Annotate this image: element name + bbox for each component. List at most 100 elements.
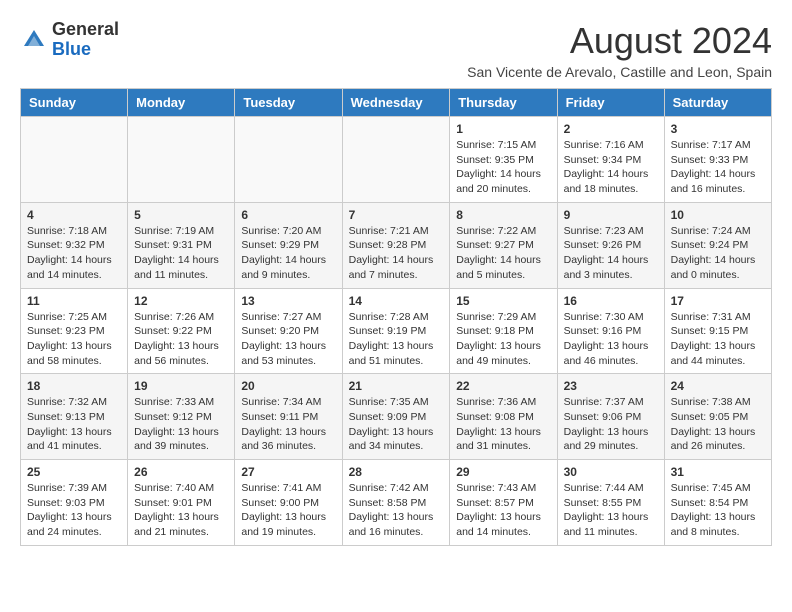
- day-number: 28: [349, 465, 444, 479]
- day-number: 29: [456, 465, 550, 479]
- day-cell: 5 Sunrise: 7:19 AMSunset: 9:31 PMDaylight…: [128, 202, 235, 288]
- day-cell: 17Sunrise: 7:31 AMSunset: 9:15 PMDayligh…: [664, 288, 771, 374]
- day-info: Sunrise: 7:17 AMSunset: 9:33 PMDaylight:…: [671, 138, 765, 197]
- day-number: 16: [564, 294, 658, 308]
- day-info: Sunrise: 7:44 AMSunset: 8:55 PMDaylight:…: [564, 481, 658, 540]
- week-row-0: 1Sunrise: 7:15 AMSunset: 9:35 PMDaylight…: [21, 117, 772, 203]
- day-cell: 28 Sunrise: 7:42 AMSunset: 8:58 PMDayligh…: [342, 460, 450, 546]
- day-info: Sunrise: 7:18 AMSunset: 9:32 PMDaylight:…: [27, 224, 121, 283]
- day-number: 20: [241, 379, 335, 393]
- day-info: Sunrise: 7:30 AMSunset: 9:16 PMDaylight:…: [564, 310, 658, 369]
- day-cell: 6 Sunrise: 7:20 AMSunset: 9:29 PMDaylight…: [235, 202, 342, 288]
- day-info: Sunrise: 7:26 AMSunset: 9:22 PMDaylight:…: [134, 310, 228, 369]
- logo-icon: [20, 26, 48, 54]
- day-info: Sunrise: 7:21 AMSunset: 9:28 PMDaylight:…: [349, 224, 444, 283]
- day-cell: 2Sunrise: 7:16 AMSunset: 9:34 PMDaylight…: [557, 117, 664, 203]
- day-number: 25: [27, 465, 121, 479]
- col-wednesday: Wednesday: [342, 89, 450, 117]
- day-cell: 10 Sunrise: 7:24 AMSunset: 9:24 PMDayligh…: [664, 202, 771, 288]
- logo: General Blue: [20, 20, 119, 60]
- day-number: 1: [456, 122, 550, 136]
- day-cell: 25 Sunrise: 7:39 AMSunset: 9:03 PMDayligh…: [21, 460, 128, 546]
- day-number: 24: [671, 379, 765, 393]
- day-cell: 18 Sunrise: 7:32 AMSunset: 9:13 PMDayligh…: [21, 374, 128, 460]
- day-number: 7: [349, 208, 444, 222]
- day-cell: 15 Sunrise: 7:29 AMSunset: 9:18 PMDayligh…: [450, 288, 557, 374]
- day-number: 4: [27, 208, 121, 222]
- col-saturday: Saturday: [664, 89, 771, 117]
- col-tuesday: Tuesday: [235, 89, 342, 117]
- day-info: Sunrise: 7:24 AMSunset: 9:24 PMDaylight:…: [671, 224, 765, 283]
- day-cell: 16 Sunrise: 7:30 AMSunset: 9:16 PMDayligh…: [557, 288, 664, 374]
- week-row-1: 4 Sunrise: 7:18 AMSunset: 9:32 PMDaylight…: [21, 202, 772, 288]
- day-number: 18: [27, 379, 121, 393]
- day-info: Sunrise: 7:16 AMSunset: 9:34 PMDaylight:…: [564, 138, 658, 197]
- day-cell: 3 Sunrise: 7:17 AMSunset: 9:33 PMDaylight…: [664, 117, 771, 203]
- day-number: 12: [134, 294, 228, 308]
- day-number: 9: [564, 208, 658, 222]
- subtitle: San Vicente de Arevalo, Castille and Leo…: [467, 64, 772, 80]
- day-number: 30: [564, 465, 658, 479]
- day-info: Sunrise: 7:20 AMSunset: 9:29 PMDaylight:…: [241, 224, 335, 283]
- day-info: Sunrise: 7:40 AMSunset: 9:01 PMDaylight:…: [134, 481, 228, 540]
- day-number: 11: [27, 294, 121, 308]
- day-cell: 13 Sunrise: 7:27 AMSunset: 9:20 PMDayligh…: [235, 288, 342, 374]
- day-number: 19: [134, 379, 228, 393]
- day-cell: [128, 117, 235, 203]
- day-info: Sunrise: 7:42 AMSunset: 8:58 PMDaylight:…: [349, 481, 444, 540]
- day-number: 31: [671, 465, 765, 479]
- calendar-body: 1Sunrise: 7:15 AMSunset: 9:35 PMDaylight…: [21, 117, 772, 546]
- month-title: August 2024: [467, 20, 772, 62]
- day-cell: 4 Sunrise: 7:18 AMSunset: 9:32 PMDaylight…: [21, 202, 128, 288]
- day-number: 21: [349, 379, 444, 393]
- day-info: Sunrise: 7:35 AMSunset: 9:09 PMDaylight:…: [349, 395, 444, 454]
- logo-general: General: [52, 19, 119, 39]
- week-row-2: 11 Sunrise: 7:25 AMSunset: 9:23 PMDayligh…: [21, 288, 772, 374]
- day-number: 15: [456, 294, 550, 308]
- header: General Blue August 2024 San Vicente de …: [20, 20, 772, 80]
- day-info: Sunrise: 7:29 AMSunset: 9:18 PMDaylight:…: [456, 310, 550, 369]
- day-info: Sunrise: 7:34 AMSunset: 9:11 PMDaylight:…: [241, 395, 335, 454]
- day-info: Sunrise: 7:38 AMSunset: 9:05 PMDaylight:…: [671, 395, 765, 454]
- day-cell: [21, 117, 128, 203]
- day-number: 26: [134, 465, 228, 479]
- day-number: 22: [456, 379, 550, 393]
- day-number: 10: [671, 208, 765, 222]
- day-cell: 20 Sunrise: 7:34 AMSunset: 9:11 PMDayligh…: [235, 374, 342, 460]
- day-cell: 30 Sunrise: 7:44 AMSunset: 8:55 PMDayligh…: [557, 460, 664, 546]
- day-info: Sunrise: 7:32 AMSunset: 9:13 PMDaylight:…: [27, 395, 121, 454]
- day-number: 5: [134, 208, 228, 222]
- week-row-3: 18 Sunrise: 7:32 AMSunset: 9:13 PMDayligh…: [21, 374, 772, 460]
- day-cell: 19 Sunrise: 7:33 AMSunset: 9:12 PMDayligh…: [128, 374, 235, 460]
- day-info: Sunrise: 7:28 AMSunset: 9:19 PMDaylight:…: [349, 310, 444, 369]
- logo-blue: Blue: [52, 39, 91, 59]
- day-cell: 8Sunrise: 7:22 AMSunset: 9:27 PMDaylight…: [450, 202, 557, 288]
- day-cell: [342, 117, 450, 203]
- title-area: August 2024 San Vicente de Arevalo, Cast…: [467, 20, 772, 80]
- day-info: Sunrise: 7:25 AMSunset: 9:23 PMDaylight:…: [27, 310, 121, 369]
- day-info: Sunrise: 7:45 AMSunset: 8:54 PMDaylight:…: [671, 481, 765, 540]
- day-cell: 11 Sunrise: 7:25 AMSunset: 9:23 PMDayligh…: [21, 288, 128, 374]
- day-number: 13: [241, 294, 335, 308]
- day-info: Sunrise: 7:39 AMSunset: 9:03 PMDaylight:…: [27, 481, 121, 540]
- day-cell: 26 Sunrise: 7:40 AMSunset: 9:01 PMDayligh…: [128, 460, 235, 546]
- day-info: Sunrise: 7:31 AMSunset: 9:15 PMDaylight:…: [671, 310, 765, 369]
- day-number: 6: [241, 208, 335, 222]
- day-info: Sunrise: 7:19 AMSunset: 9:31 PMDaylight:…: [134, 224, 228, 283]
- day-number: 3: [671, 122, 765, 136]
- week-row-4: 25 Sunrise: 7:39 AMSunset: 9:03 PMDayligh…: [21, 460, 772, 546]
- col-thursday: Thursday: [450, 89, 557, 117]
- day-info: Sunrise: 7:27 AMSunset: 9:20 PMDaylight:…: [241, 310, 335, 369]
- calendar-header: Sunday Monday Tuesday Wednesday Thursday…: [21, 89, 772, 117]
- day-cell: 1Sunrise: 7:15 AMSunset: 9:35 PMDaylight…: [450, 117, 557, 203]
- day-cell: 22Sunrise: 7:36 AMSunset: 9:08 PMDayligh…: [450, 374, 557, 460]
- day-cell: 9 Sunrise: 7:23 AMSunset: 9:26 PMDaylight…: [557, 202, 664, 288]
- day-info: Sunrise: 7:23 AMSunset: 9:26 PMDaylight:…: [564, 224, 658, 283]
- day-cell: 14Sunrise: 7:28 AMSunset: 9:19 PMDayligh…: [342, 288, 450, 374]
- day-info: Sunrise: 7:37 AMSunset: 9:06 PMDaylight:…: [564, 395, 658, 454]
- day-number: 23: [564, 379, 658, 393]
- day-info: Sunrise: 7:33 AMSunset: 9:12 PMDaylight:…: [134, 395, 228, 454]
- logo-text: General Blue: [52, 20, 119, 60]
- day-cell: 29Sunrise: 7:43 AMSunset: 8:57 PMDayligh…: [450, 460, 557, 546]
- day-cell: 24 Sunrise: 7:38 AMSunset: 9:05 PMDayligh…: [664, 374, 771, 460]
